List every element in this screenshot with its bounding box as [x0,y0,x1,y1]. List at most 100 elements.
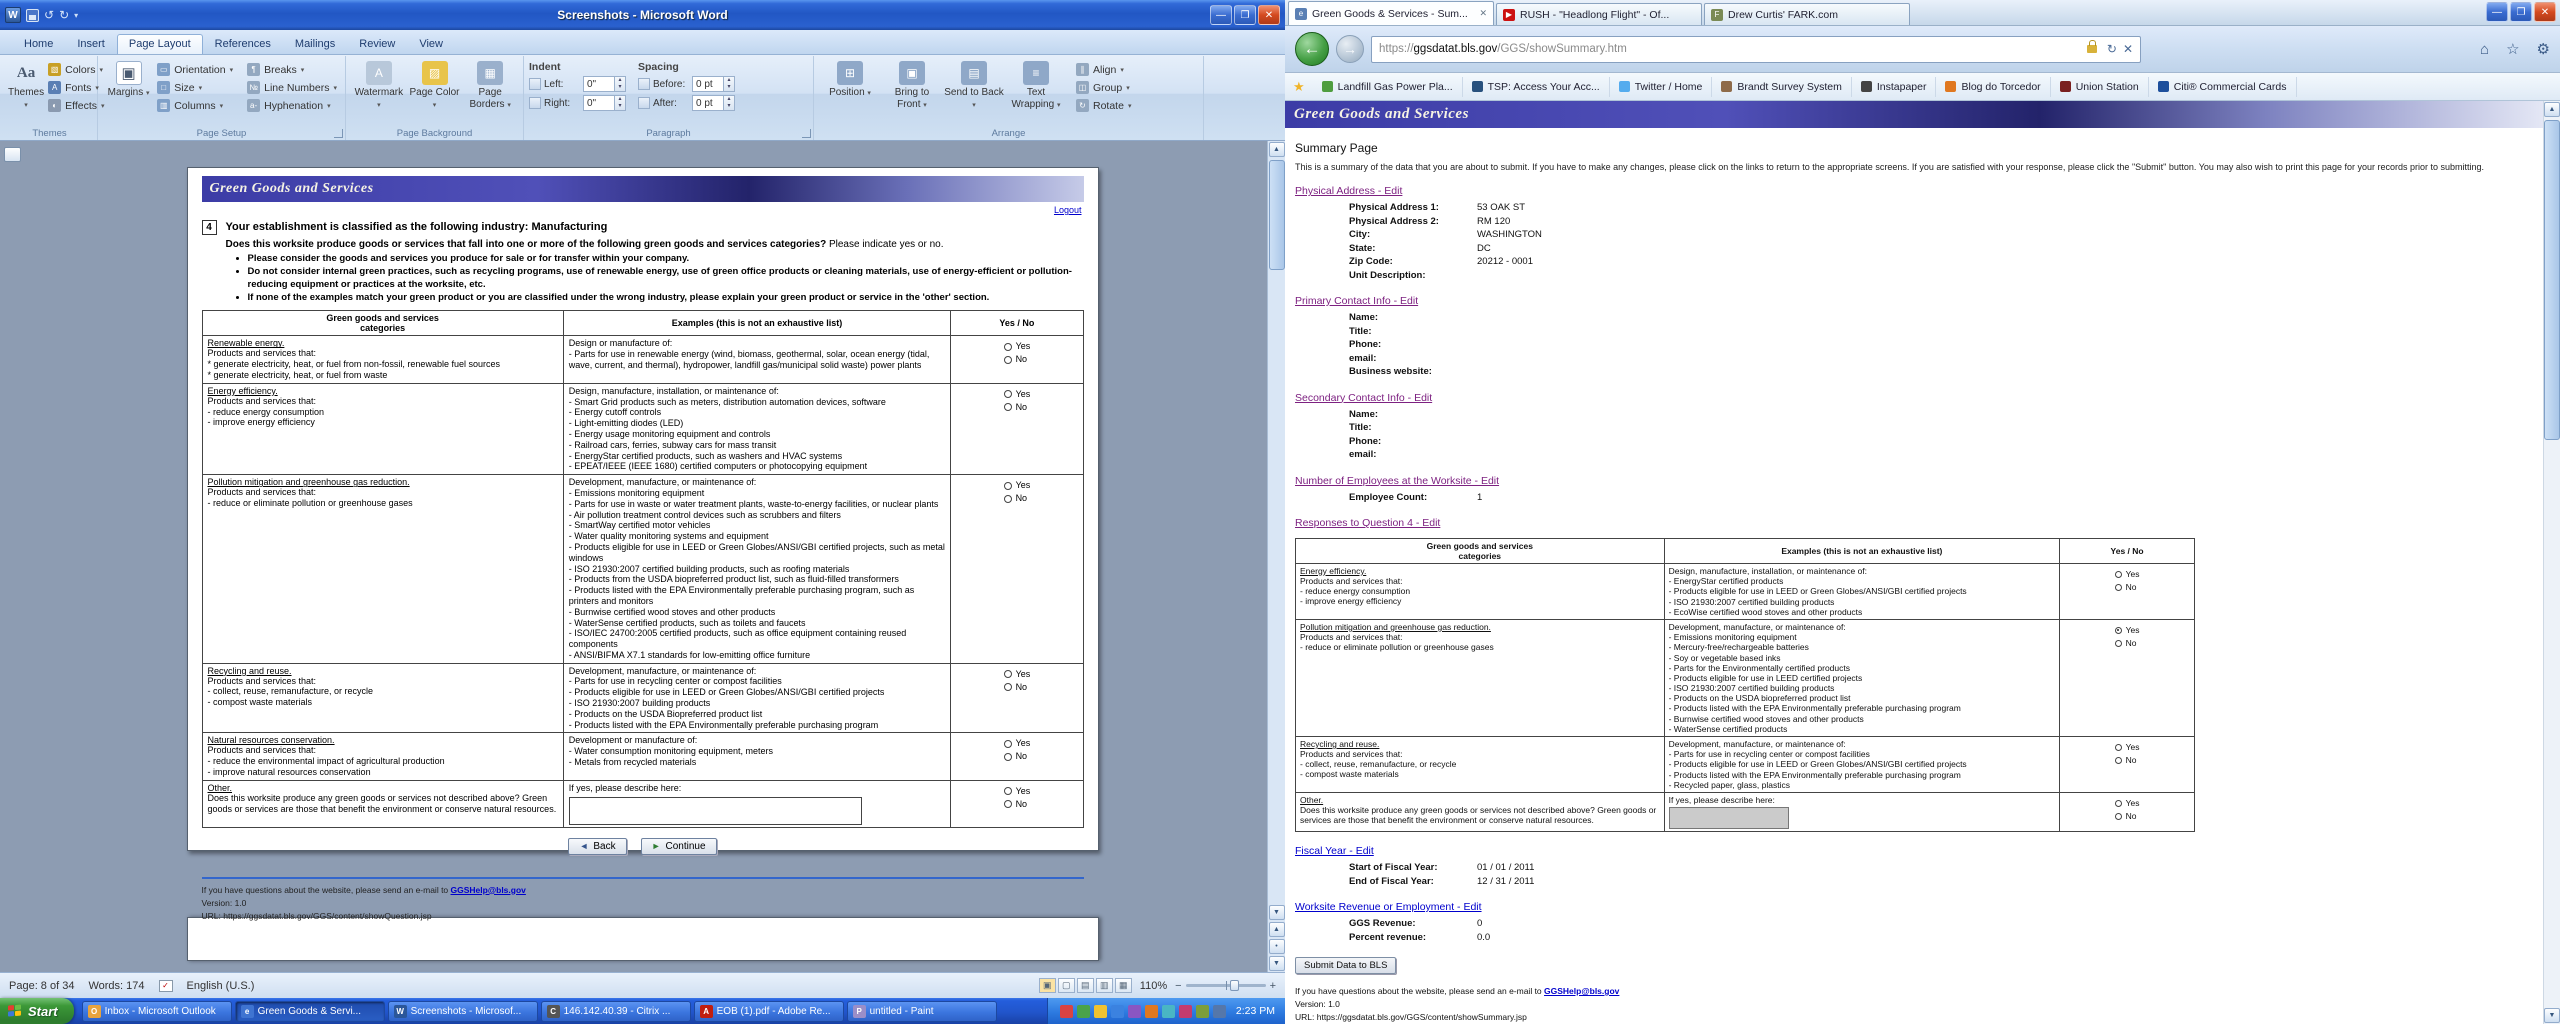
back-button[interactable]: ← [1295,32,1329,66]
ribbon-tab[interactable]: View [407,34,455,54]
outline-view-icon[interactable]: ▥ [1096,978,1113,993]
dialog-launcher-icon[interactable] [802,129,811,138]
taskbar-item[interactable]: C 146.142.40.39 - Citrix ... [541,1001,691,1022]
arrange-button[interactable]: ≡ Text Wrapping ▾ [1005,59,1067,112]
dialog-launcher-icon[interactable] [334,129,343,138]
yes-radio[interactable] [2115,800,2122,807]
arrange-menu-button[interactable]: ◫ Group▾ [1073,80,1134,95]
yes-radio[interactable] [1004,670,1012,678]
zoom-out-icon[interactable]: − [1175,980,1181,992]
yes-radio[interactable] [2115,571,2122,578]
page-background-button[interactable]: ▨ Page Color ▾ [407,59,463,112]
no-radio[interactable] [2115,757,2122,764]
taskbar-item[interactable]: e Green Goods & Servi... [235,1001,385,1022]
section-link-employees[interactable]: Number of Employees at the Worksite - Ed… [1295,475,1499,487]
document-scrollbar[interactable]: ▲ ▼ ▲ • ▼ [1267,141,1285,972]
yes-radio[interactable] [2115,627,2122,634]
section-link-revenue[interactable]: Worksite Revenue or Employment - Edit [1295,901,1482,913]
home-icon[interactable]: ⌂ [2480,41,2489,58]
favorite-item[interactable]: Landfill Gas Power Pla... [1313,77,1463,97]
tray-icon[interactable] [1128,1005,1141,1018]
no-radio[interactable] [1004,403,1012,411]
scroll-up-icon[interactable]: ▲ [2544,102,2560,117]
margins-button[interactable]: ▣ Margins ▾ [103,59,154,101]
clock[interactable]: 2:23 PM [1236,1005,1275,1017]
spellcheck-icon[interactable]: ✓ [159,980,173,992]
help-email-link[interactable]: GGSHelp@bls.gov [451,885,526,895]
page-setup-menu-button[interactable]: a- Hyphenation▾ [244,98,340,113]
fullscreen-view-icon[interactable]: ▢ [1058,978,1075,993]
close-button[interactable]: ✕ [1258,5,1280,25]
yes-radio[interactable] [1004,740,1012,748]
submit-button[interactable]: Submit Data to BLS [1295,957,1396,974]
stepper-icons[interactable]: ▴▾ [614,96,625,110]
tab-close-icon[interactable]: ✕ [1479,8,1487,19]
favorite-item[interactable]: Citi® Commercial Cards [2149,77,2297,97]
page-setup-menu-button[interactable]: ¶ Breaks▾ [244,62,340,77]
browser-tab[interactable]: F Drew Curtis' FARK.com [1704,3,1910,25]
zoom-slider[interactable]: − + [1175,980,1276,992]
themes-button[interactable]: Aa Themes ▾ [7,59,45,112]
arrange-menu-button[interactable]: ∥ Align▾ [1073,62,1134,77]
tray-icon[interactable] [1111,1005,1124,1018]
tray-icon[interactable] [1060,1005,1073,1018]
qat-dropdown-icon[interactable]: ▾ [74,11,78,20]
arrange-button[interactable]: ▣ Bring to Front ▾ [881,59,943,112]
section-link-fiscal-year[interactable]: Fiscal Year - Edit [1295,845,1374,857]
close-button[interactable]: ✕ [2534,2,2556,22]
section-link-physical-address[interactable]: Physical Address - Edit [1295,185,1402,197]
section-link-primary-contact[interactable]: Primary Contact Info - Edit [1295,295,1418,307]
zoom-slider-thumb[interactable] [1230,980,1239,991]
zoom-level[interactable]: 110% [1140,980,1167,992]
stepper-icons[interactable]: ▴▾ [723,96,734,110]
zoom-in-icon[interactable]: + [1270,980,1276,992]
ribbon-tab[interactable]: Page Layout [117,34,203,54]
page-setup-menu-button[interactable]: № Line Numbers▾ [244,80,340,95]
yes-radio[interactable] [1004,390,1012,398]
ruler-toggle-icon[interactable] [4,147,21,162]
yes-radio[interactable] [1004,343,1012,351]
browse-object-icon[interactable]: • [1269,939,1285,954]
add-favorite-icon[interactable]: ★ [1293,79,1305,95]
spacing-after-input[interactable]: 0 pt ▴▾ [692,95,735,111]
page-indicator[interactable]: Page: 8 of 34 [9,980,74,992]
yes-radio[interactable] [1004,787,1012,795]
minimize-button[interactable]: — [2486,2,2508,22]
draft-view-icon[interactable]: ▦ [1115,978,1132,993]
address-bar[interactable]: https://ggsdatat.bls.gov/GGS/showSummary… [1371,36,2141,63]
browser-tab[interactable]: e Green Goods & Services - Sum... ✕ [1288,1,1494,25]
help-email-link[interactable]: GGSHelp@bls.gov [1544,986,1619,996]
describe-input[interactable] [1669,807,1789,829]
word-titlebar[interactable]: W ↺ ↻ ▾ Screenshots - Microsoft Word — ❐… [0,0,1285,30]
arrange-menu-button[interactable]: ↻ Rotate▾ [1073,98,1134,113]
logout-link[interactable]: Logout [1054,205,1082,215]
restore-button[interactable]: ❐ [1234,5,1256,25]
print-layout-view-icon[interactable]: ▣ [1039,978,1056,993]
page-setup-menu-button[interactable]: □ Size▾ [154,80,236,95]
forward-button[interactable]: → [1336,35,1364,63]
tools-gear-icon[interactable]: ⚙ [2537,40,2550,58]
next-page-icon[interactable]: ▼ [1269,956,1285,971]
tray-icon[interactable] [1077,1005,1090,1018]
taskbar-item[interactable]: W Screenshots - Microsof... [388,1001,538,1022]
tray-icon[interactable] [1145,1005,1158,1018]
scrollbar-thumb[interactable] [2544,120,2560,440]
favorite-item[interactable]: Twitter / Home [1610,77,1713,97]
no-radio[interactable] [1004,495,1012,503]
word-count[interactable]: Words: 174 [88,980,144,992]
no-radio[interactable] [2115,584,2122,591]
indent-left-input[interactable]: 0" ▴▾ [583,76,626,92]
arrange-button[interactable]: ▤ Send to Back ▾ [943,59,1005,112]
favorite-item[interactable]: Union Station [2051,77,2149,97]
scrollbar-thumb[interactable] [1269,160,1285,270]
start-button[interactable]: Start [0,998,74,1024]
no-radio[interactable] [1004,683,1012,691]
refresh-icon[interactable]: ↻ [2107,42,2117,56]
section-link-responses[interactable]: Responses to Question 4 - Edit [1295,517,1440,529]
ribbon-tab[interactable]: Review [347,34,407,54]
yes-radio[interactable] [1004,482,1012,490]
indent-right-input[interactable]: 0" ▴▾ [583,95,626,111]
undo-icon[interactable]: ↺ [44,8,54,22]
tray-icon[interactable] [1094,1005,1107,1018]
minimize-button[interactable]: — [1210,5,1232,25]
